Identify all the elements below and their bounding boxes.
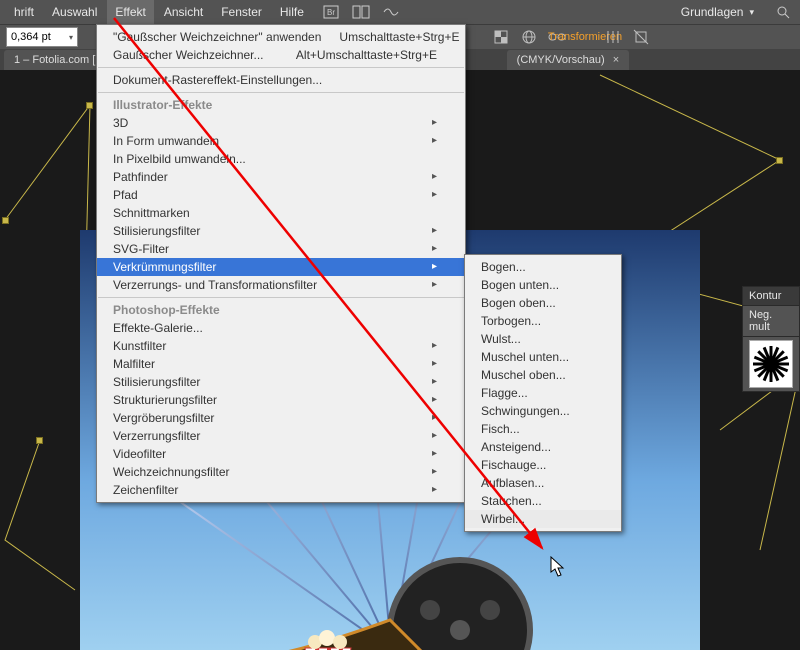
chevron-down-icon: ▾: [69, 33, 73, 42]
arrange-docs-icon[interactable]: [350, 4, 372, 20]
menu-item-last-effect[interactable]: Gaußscher Weichzeichner... Alt+Umschaltt…: [97, 46, 465, 64]
submenu-item[interactable]: Muschel oben...: [465, 366, 621, 384]
swatch-starburst[interactable]: [749, 340, 793, 388]
gpu-icon[interactable]: [380, 4, 402, 20]
menu-item[interactable]: Schnittmarken: [97, 204, 465, 222]
opacity-icon[interactable]: [490, 26, 512, 48]
menu-item[interactable]: Stilisierungsfilter: [97, 373, 465, 391]
submenu-item[interactable]: Torbogen...: [465, 312, 621, 330]
menu-item[interactable]: Pathfinder: [97, 168, 465, 186]
menu-item[interactable]: Kunstfilter: [97, 337, 465, 355]
anchor-point[interactable]: [36, 437, 43, 444]
close-icon[interactable]: ×: [613, 54, 619, 66]
menu-item-doc-raster[interactable]: Dokument-Rastereffekt-Einstellungen...: [97, 71, 465, 89]
chevron-down-icon: ▾: [749, 7, 754, 18]
globe-icon[interactable]: [518, 26, 540, 48]
menu-header-photoshop: Photoshop-Effekte: [97, 301, 465, 319]
menu-ansicht[interactable]: Ansicht: [156, 0, 211, 24]
menu-item[interactable]: Verkrümmungsfilter: [97, 258, 465, 276]
submenu-item[interactable]: Bogen unten...: [465, 276, 621, 294]
panel-kontur[interactable]: Kontur Neg. mult: [742, 286, 800, 392]
transform-panel-toggle[interactable]: Transformieren: [574, 26, 596, 48]
search-icon[interactable]: [772, 4, 794, 20]
panel-row-neg[interactable]: Neg. mult: [743, 306, 799, 337]
submenu-item[interactable]: Bogen...: [465, 258, 621, 276]
submenu-item[interactable]: Schwingungen...: [465, 402, 621, 420]
stroke-weight-field[interactable]: 0,364 pt ▾: [6, 27, 78, 47]
menu-auswahl[interactable]: Auswahl: [44, 0, 105, 24]
menu-item[interactable]: Zeichenfilter: [97, 481, 465, 499]
svg-text:Br: Br: [327, 8, 335, 17]
bridge-icon[interactable]: Br: [320, 4, 342, 20]
menu-item[interactable]: SVG-Filter: [97, 240, 465, 258]
submenu-item[interactable]: Ansteigend...: [465, 438, 621, 456]
anchor-point[interactable]: [2, 217, 9, 224]
submenu-item[interactable]: Fischauge...: [465, 456, 621, 474]
submenu-item[interactable]: Aufblasen...: [465, 474, 621, 492]
menu-effekt[interactable]: Effekt: [107, 0, 153, 24]
menu-item[interactable]: Effekte-Galerie...: [97, 319, 465, 337]
workspace-label: Grundlagen: [681, 5, 744, 19]
anchor-point[interactable]: [86, 102, 93, 109]
menu-item[interactable]: 3D: [97, 114, 465, 132]
menu-item[interactable]: Stilisierungsfilter: [97, 222, 465, 240]
menu-item[interactable]: Pfad: [97, 186, 465, 204]
submenu-item[interactable]: Wulst...: [465, 330, 621, 348]
submenu-item[interactable]: Wirbel...: [465, 510, 621, 528]
submenu-item[interactable]: Bogen oben...: [465, 294, 621, 312]
panel-tab-kontur[interactable]: Kontur: [743, 287, 799, 306]
menu-schrift[interactable]: hrift: [6, 0, 42, 24]
menu-item[interactable]: In Pixelbild umwandeln...: [97, 150, 465, 168]
menu-item[interactable]: Strukturierungsfilter: [97, 391, 465, 409]
submenu-item[interactable]: Fisch...: [465, 420, 621, 438]
submenu-verkruemmungsfilter: Bogen...Bogen unten...Bogen oben...Torbo…: [464, 254, 622, 532]
submenu-item[interactable]: Muschel unten...: [465, 348, 621, 366]
menu-hilfe[interactable]: Hilfe: [272, 0, 312, 24]
workspace-switcher[interactable]: Grundlagen ▾: [671, 5, 764, 19]
menu-item[interactable]: Verzerrungsfilter: [97, 427, 465, 445]
menu-item[interactable]: Vergröberungsfilter: [97, 409, 465, 427]
isolate-icon[interactable]: [630, 26, 652, 48]
menu-item-apply-last[interactable]: "Gaußscher Weichzeichner" anwenden Umsch…: [97, 28, 465, 46]
menu-header-illustrator: Illustrator-Effekte: [97, 96, 465, 114]
menu-item[interactable]: Verzerrungs- und Transformationsfilter: [97, 276, 465, 294]
menu-item[interactable]: Videofilter: [97, 445, 465, 463]
menu-item[interactable]: In Form umwandeln: [97, 132, 465, 150]
menu-fenster[interactable]: Fenster: [213, 0, 270, 24]
anchor-point[interactable]: [776, 157, 783, 164]
document-tab[interactable]: (CMYK/Vorschau) ×: [507, 50, 629, 70]
submenu-item[interactable]: Stauchen...: [465, 492, 621, 510]
submenu-item[interactable]: Flagge...: [465, 384, 621, 402]
menu-effekt-dropdown: "Gaußscher Weichzeichner" anwenden Umsch…: [96, 24, 466, 503]
align-icon[interactable]: [602, 26, 624, 48]
menu-item[interactable]: Malfilter: [97, 355, 465, 373]
main-menubar: hrift Auswahl Effekt Ansicht Fenster Hil…: [0, 0, 800, 24]
menu-item[interactable]: Weichzeichnungsfilter: [97, 463, 465, 481]
